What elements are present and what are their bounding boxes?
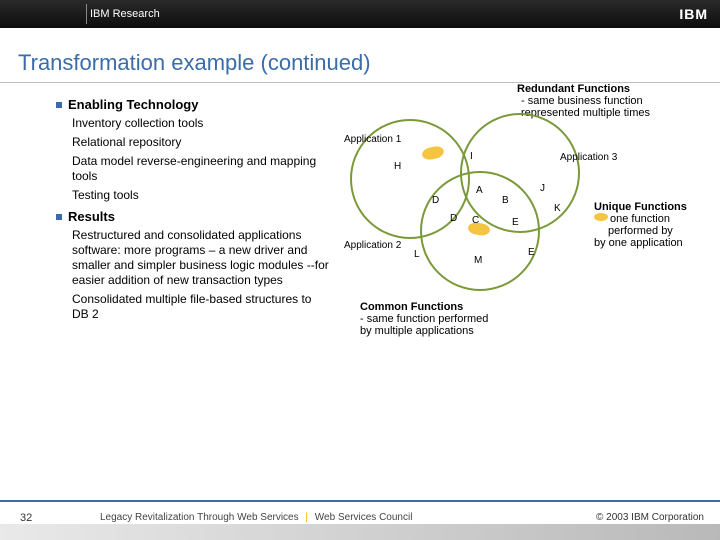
venn-letter: C: [472, 215, 479, 226]
unique-desc-line: performed by: [594, 225, 700, 237]
section-label: Results: [68, 209, 115, 224]
bullet-icon: [56, 214, 62, 220]
footer-separator: |: [301, 512, 312, 523]
venn-letter: A: [476, 185, 483, 196]
header-separator: [86, 4, 87, 24]
footer-center: Legacy Revitalization Through Web Servic…: [100, 512, 412, 523]
venn-letter: I: [470, 151, 473, 162]
header-bar: IBM Research IBM: [0, 0, 720, 28]
list-item: Inventory collection tools: [72, 116, 326, 131]
unique-functions-note: Unique Functions one function performed …: [594, 201, 700, 249]
unique-desc-line: by one application: [594, 237, 700, 249]
highlight-marker-icon: [594, 213, 608, 221]
footer: 32 Legacy Revitalization Through Web Ser…: [0, 500, 720, 540]
venn-letter: E: [512, 217, 519, 228]
list-item: Data model reverse-engineering and mappi…: [72, 154, 326, 184]
list-item: Relational repository: [72, 135, 326, 150]
list-item: Testing tools: [72, 188, 326, 203]
venn-label-app3: Application 3: [560, 153, 620, 164]
venn-letter: K: [554, 203, 561, 214]
venn-diagram: Application 1 Application 2 Application …: [350, 113, 570, 293]
copyright: © 2003 IBM Corporation: [596, 512, 704, 523]
list-item: Restructured and consolidated applicatio…: [72, 228, 334, 288]
ibm-logo: IBM: [679, 6, 708, 22]
venn-label-app2: Application 2: [344, 241, 401, 252]
common-functions-note: Common Functions - same function perform…: [360, 301, 500, 337]
slide-title: Transformation example (continued): [18, 50, 720, 76]
common-title: Common Functions: [360, 301, 500, 313]
common-desc: - same function performed by multiple ap…: [360, 313, 500, 337]
redundant-title: Redundant Functions: [517, 83, 692, 95]
unique-desc-line: one function: [610, 213, 670, 225]
footer-text-a: Legacy Revitalization Through Web Servic…: [100, 512, 299, 523]
venn-letter: D: [450, 213, 457, 224]
venn-letter: D: [432, 195, 439, 206]
right-area: Redundant Functions - same business func…: [340, 83, 700, 483]
section-results: Results: [56, 209, 326, 224]
venn-letter: H: [394, 161, 401, 172]
content-area: Enabling Technology Inventory collection…: [0, 83, 720, 483]
venn-letter: J: [540, 183, 545, 194]
header-brand-text: IBM Research: [90, 8, 160, 20]
footer-gradient: [0, 524, 720, 540]
venn-label-app1: Application 1: [344, 135, 401, 146]
page-number: 32: [20, 512, 32, 524]
list-item: Consolidated multiple file-based structu…: [72, 292, 326, 322]
left-column: Enabling Technology Inventory collection…: [16, 97, 326, 322]
section-label: Enabling Technology: [68, 97, 198, 112]
footer-text-b: Web Services Council: [315, 512, 413, 523]
venn-letter: L: [414, 249, 420, 260]
bullet-icon: [56, 102, 62, 108]
venn-letter: B: [502, 195, 509, 206]
venn-letter: M: [474, 255, 482, 266]
unique-title: Unique Functions: [594, 201, 700, 213]
venn-letter: E: [528, 247, 535, 258]
section-enabling-technology: Enabling Technology: [56, 97, 326, 112]
